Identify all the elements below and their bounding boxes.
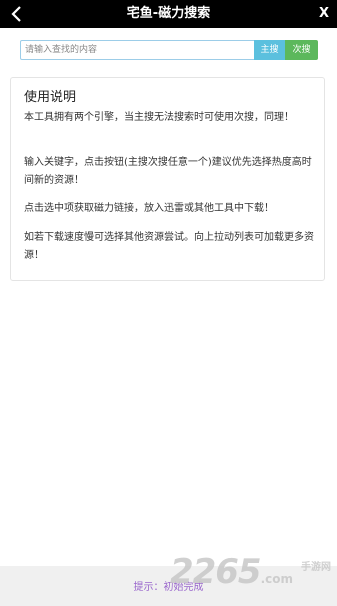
search-input[interactable] (20, 40, 256, 60)
instruction-paragraph: 如若下载速度慢可选择其他资源尝试。向上拉动列表可加载更多资源！ (24, 232, 314, 261)
watermark-site: 手游网 (301, 562, 331, 573)
title-bar: 宅鱼-磁力搜索 X (0, 0, 337, 28)
main-search-button[interactable]: 主搜 (254, 40, 285, 60)
instructions-panel: 使用说明 本工具拥有两个引擎，当主搜无法搜索时可使用次搜，同理！ 输入关键字，点… (10, 77, 325, 281)
watermark-domain: .com (260, 572, 293, 586)
instruction-paragraph: 本工具拥有两个引擎，当主搜无法搜索时可使用次搜，同理！ (24, 112, 294, 123)
page-title: 宅鱼-磁力搜索 (126, 6, 211, 21)
instructions-heading: 使用说明 (24, 90, 77, 105)
search-bar: 主搜 次搜 (20, 40, 318, 60)
instruction-paragraph: 输入关键字，点击按钮(主搜次搜任意一个)建议优先选择热度高时间新的资源！ (24, 157, 312, 186)
site-watermark-logo: 2265.com 手游网 (170, 552, 331, 602)
secondary-search-button[interactable]: 次搜 (285, 40, 318, 60)
close-button[interactable]: X (319, 0, 329, 28)
watermark-number: 2265 (169, 552, 262, 592)
instruction-paragraph: 点击选中项获取磁力链接，放入迅雷或其他工具中下载！ (24, 203, 274, 214)
